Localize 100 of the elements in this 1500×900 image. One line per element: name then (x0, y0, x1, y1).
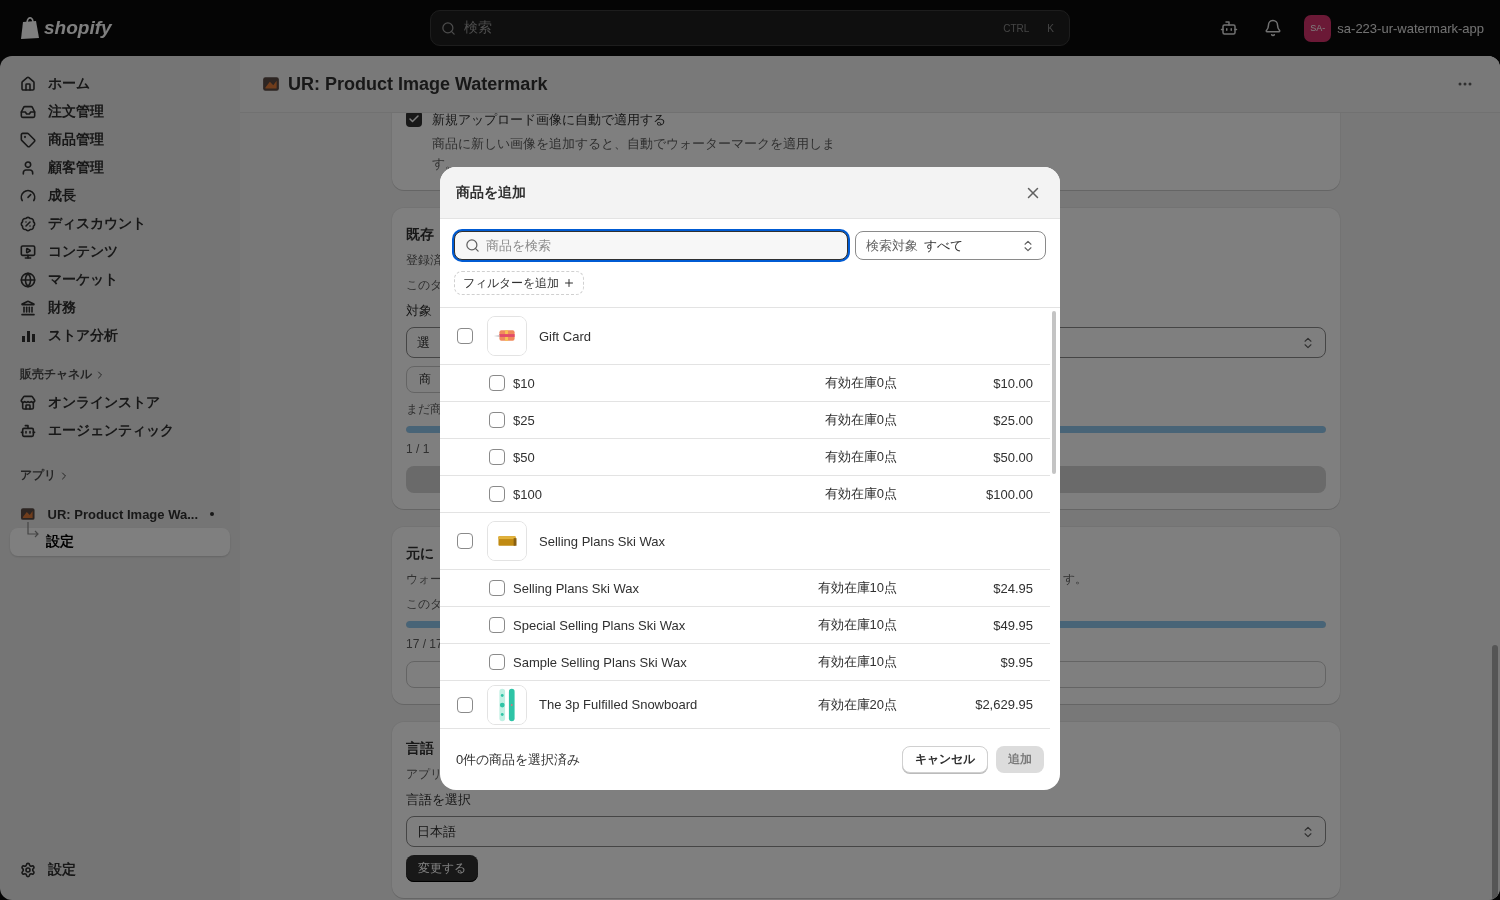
product-name: Special Selling Plans Ski Wax (512, 617, 687, 633)
price-text: $100.00 (985, 486, 1033, 502)
nav-item[interactable]: 財務 (10, 294, 230, 322)
nav-item[interactable]: UR: Product Image Wa... (10, 500, 230, 528)
card-title: 既存 (406, 225, 434, 244)
nav-item[interactable]: マーケット (10, 266, 230, 294)
product-row[interactable]: $50 有効在庫0点 $50.00 (440, 439, 1050, 476)
section-heading[interactable]: アプリ (10, 467, 230, 484)
product-row[interactable]: The 3p Fulfilled Snowboard 有効在庫20点 $2,629.95 (440, 681, 1050, 729)
price-text: $10.00 (992, 375, 1033, 391)
settings-icon (20, 862, 36, 878)
checkbox[interactable] (457, 696, 473, 713)
logo[interactable]: shopify (44, 17, 112, 39)
product-row[interactable]: $10 有効在庫0点 $10.00 (440, 365, 1050, 402)
nav-item[interactable]: オンラインストア (10, 389, 230, 417)
checkbox[interactable] (457, 533, 473, 549)
card-text: まだ商 (406, 401, 442, 418)
product-name: $10 (512, 375, 536, 391)
stock-text: 有効在庫0点 (823, 374, 897, 392)
add-filter-button[interactable]: フィルターを追加 (454, 271, 584, 295)
inbox-icon (20, 104, 36, 120)
price-text: $2,629.95 (974, 697, 1033, 712)
product-name: $100 (512, 486, 543, 502)
more-button[interactable] (1456, 80, 1474, 88)
checkbox[interactable] (457, 328, 473, 344)
nav-item[interactable]: 成長 (10, 182, 230, 210)
selection-count: 0件の商品を選択済み (456, 750, 582, 769)
card-text: このタ (406, 277, 442, 294)
card-title: 元に (406, 544, 434, 563)
checkbox[interactable] (489, 412, 505, 428)
dialog-button[interactable]: キャンセル (902, 746, 988, 773)
checkbox[interactable] (489, 580, 505, 596)
select-field[interactable]: 日本語 (406, 816, 1326, 847)
bank-icon (20, 300, 36, 316)
store-icon (20, 395, 36, 411)
checkbox[interactable] (406, 113, 422, 127)
product-name: Sample Selling Plans Ski Wax (512, 654, 688, 670)
product-row[interactable]: Special Selling Plans Ski Wax 有効在庫10点 $49.95 (440, 607, 1050, 644)
checkbox[interactable] (489, 654, 505, 670)
section-heading[interactable]: 販売チャネル (10, 366, 230, 383)
field-label: 言語を選択 (406, 791, 471, 808)
app-logo-icon (262, 75, 280, 93)
nav-item[interactable]: ホーム (10, 70, 230, 98)
nav-item[interactable]: 設定 (10, 528, 230, 556)
tag-icon (20, 132, 36, 148)
stock-text: 有効在庫0点 (823, 448, 897, 466)
bot-icon (1220, 19, 1239, 37)
nav-item[interactable]: 商品管理 (10, 126, 230, 154)
product-name: Selling Plans Ski Wax (512, 580, 640, 596)
nav-item[interactable]: コンテンツ (10, 238, 230, 266)
plus-icon (563, 277, 575, 289)
stock-text: 有効在庫0点 (823, 485, 897, 503)
card-text: す。 (1063, 571, 1087, 588)
action-button[interactable]: 変更する (406, 855, 478, 882)
search-icon (441, 20, 456, 36)
product-row[interactable]: Selling Plans Ski Wax (440, 513, 1050, 570)
nav-item[interactable]: 顧客管理 (10, 154, 230, 182)
product-row[interactable]: Sample Selling Plans Ski Wax 有効在庫10点 $9.95 (440, 644, 1050, 681)
checkbox[interactable] (489, 617, 505, 633)
checkbox[interactable] (489, 449, 505, 465)
card-title: 言語 (406, 739, 434, 758)
nav-item[interactable]: エージェンティック (10, 417, 230, 445)
search-scope-select[interactable]: 検索対象 すべて (855, 231, 1046, 260)
checkbox[interactable] (489, 486, 505, 502)
product-name: Gift Card (538, 328, 592, 344)
account-button[interactable]: SA- sa-223-ur-watermark-app (1304, 14, 1484, 42)
price-text: $9.95 (999, 654, 1033, 670)
store-name: sa-223-ur-watermark-app (1337, 20, 1484, 36)
product-row[interactable]: $25 有効在庫0点 $25.00 (440, 402, 1050, 439)
nav-item[interactable]: ディスカウント (10, 210, 230, 238)
home-icon (20, 76, 36, 92)
price-text: $25.00 (992, 412, 1033, 428)
dialog-title: 商品を追加 (456, 183, 526, 202)
nav-item[interactable]: 注文管理 (10, 98, 230, 126)
product-search-field[interactable]: 商品を検索 (454, 231, 848, 260)
checkbox-label: 新規アップロード画像に自動で適用する (432, 113, 667, 128)
card-text: 1 / 1 (406, 441, 430, 458)
checkbox-description: 商品に新しい画像を追加すると、自動でウォーターマークを適用します。 (432, 135, 836, 173)
product-name: Selling Plans Ski Wax (538, 533, 666, 549)
product-name: $25 (512, 412, 536, 428)
nav-item[interactable]: ストア分析 (10, 322, 230, 350)
gauge-icon (20, 188, 36, 204)
bot-icon (20, 423, 36, 439)
stock-text: 有効在庫10点 (816, 653, 897, 671)
search-icon (465, 238, 480, 253)
price-text: $49.95 (992, 617, 1033, 633)
product-row[interactable]: Selling Plans Ski Wax 有効在庫10点 $24.95 (440, 570, 1050, 607)
card-text: アプリ (406, 766, 442, 783)
nav-item[interactable]: 設定 (10, 856, 230, 884)
checkbox[interactable] (489, 375, 505, 391)
avatar: SA- (1304, 14, 1332, 42)
globe-icon (20, 272, 36, 288)
product-row[interactable]: Gift Card (440, 308, 1050, 365)
card-text: このタ (406, 596, 442, 613)
field-label: 対象 (406, 302, 432, 319)
person-icon (20, 160, 36, 176)
page-title: UR: Product Image Watermark (288, 73, 548, 95)
app-logo-icon (20, 506, 36, 522)
ellipsis-icon (1458, 82, 1472, 86)
product-row[interactable]: $100 有効在庫0点 $100.00 (440, 476, 1050, 513)
